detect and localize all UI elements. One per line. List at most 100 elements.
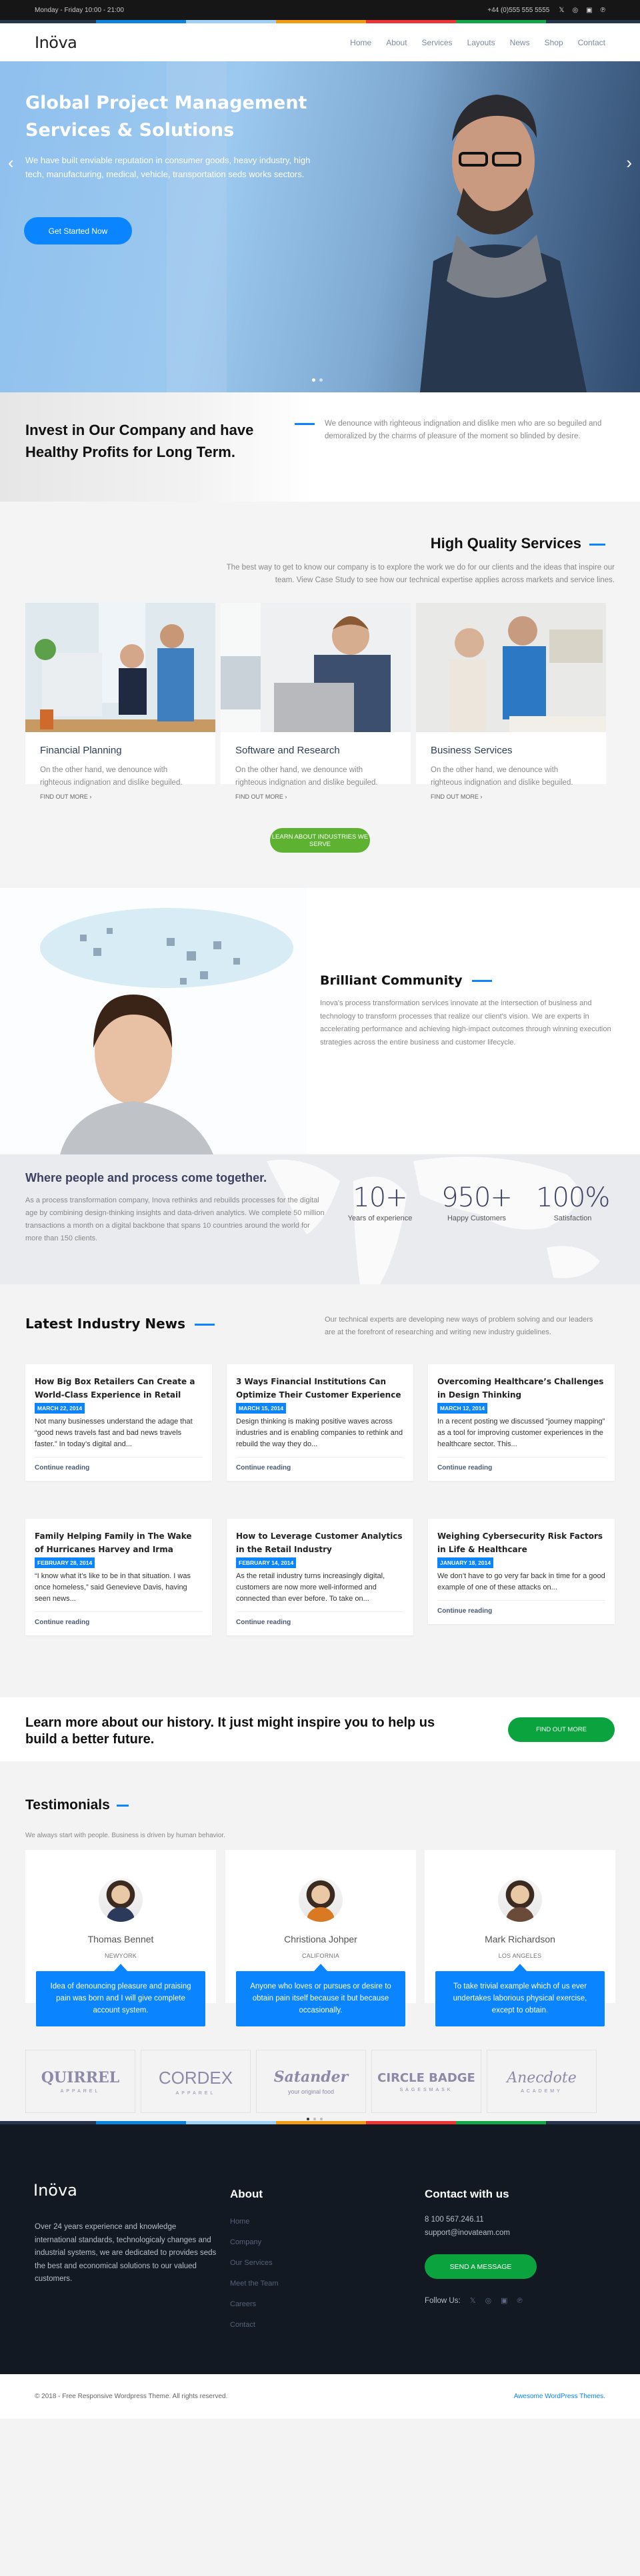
news-title: Latest Industry News (25, 1316, 215, 1332)
phone-number[interactable]: +44 (0)555 555 5555 (487, 7, 549, 14)
news-title-link[interactable]: Weighing Cybersecurity Risk Factors in L… (437, 1529, 605, 1556)
continue-reading-link[interactable]: Continue reading (35, 1619, 203, 1626)
partner-logo-cordex[interactable]: CORDEX APPAREL (141, 2050, 251, 2113)
testimonial-card: Mark Richardson LOS ANGELES To take triv… (425, 1850, 615, 2026)
pinterest-icon[interactable]: ℗ (517, 2297, 523, 2305)
service-title: Business Services (431, 745, 513, 756)
news-title-link[interactable]: 3 Ways Financial Institutions Can Optimi… (236, 1375, 404, 1402)
nav-layouts[interactable]: Layouts (467, 38, 495, 47)
footer-link-services[interactable]: Our Services (230, 2253, 279, 2274)
news-date: JANUARY 18, 2014 (437, 1557, 494, 1568)
testimonial-name: Mark Richardson (485, 1934, 555, 1944)
news-card: Overcoming Healthcare’s Challenges in De… (428, 1364, 615, 1481)
twitter-icon[interactable]: 𝕏 (470, 2296, 476, 2305)
news-excerpt: We don’t have to go very far back in tim… (437, 1571, 605, 1601)
learn-industries-button[interactable]: LEARN ABOUT INDUSTRIES WE SERVE (270, 828, 370, 853)
news-title-link[interactable]: How Big Box Retailers Can Create a World… (35, 1375, 203, 1402)
continue-reading-link[interactable]: Continue reading (35, 1464, 203, 1472)
testimonial-location: LOS ANGELES (498, 1952, 542, 1959)
send-message-button[interactable]: SEND A MESSAGE (425, 2254, 537, 2279)
community-section: Brilliant Community Inova's process tran… (0, 888, 640, 1154)
slider-dot[interactable] (312, 378, 315, 382)
continue-reading-link[interactable]: Continue reading (236, 1619, 404, 1626)
continue-reading-link[interactable]: Continue reading (437, 1607, 605, 1615)
community-woman-image (0, 888, 307, 1154)
services-intro: The best way to get to know our company … (226, 564, 615, 584)
slider-dot[interactable] (319, 378, 323, 382)
instagram-icon[interactable]: ◎ (485, 2296, 492, 2305)
slider-dots (312, 378, 323, 382)
find-out-more-link[interactable]: FIND OUT MORE › (40, 793, 91, 800)
continue-reading-link[interactable]: Continue reading (236, 1464, 404, 1472)
community-title: Brilliant Community (320, 973, 492, 988)
news-excerpt: As the retail industry turns increasingl… (236, 1571, 404, 1612)
news-excerpt: Not many businesses understand the adage… (35, 1416, 203, 1458)
nav-about[interactable]: About (386, 38, 407, 47)
pinterest-icon[interactable]: ℗ (601, 7, 605, 14)
carousel-dot[interactable] (320, 2118, 323, 2120)
continue-reading-link[interactable]: Continue reading (437, 1464, 605, 1472)
news-title-link[interactable]: Overcoming Healthcare’s Challenges in De… (437, 1375, 605, 1402)
footer-link-contact[interactable]: Contact (230, 2315, 279, 2336)
service-text: On the other hand, we denounce with righ… (235, 766, 378, 787)
service-image-software (221, 603, 411, 732)
nav-services[interactable]: Services (422, 38, 453, 47)
testimonials-section: Testimonials We always start with people… (0, 1761, 640, 2121)
footer-link-company[interactable]: Company (230, 2232, 279, 2253)
find-out-more-link[interactable]: FIND OUT MORE › (235, 793, 287, 800)
slider-next-icon[interactable]: › (626, 153, 632, 173)
service-card: Financial Planning On the other hand, we… (25, 603, 215, 800)
footer-link-team[interactable]: Meet the Team (230, 2274, 279, 2294)
partner-logo-circle-badge[interactable]: CIRCLE BADGE SAGESMASK (371, 2050, 481, 2113)
youtube-icon[interactable]: ▣ (586, 7, 592, 14)
cta-text: Learn more about our history. It just mi… (25, 1715, 435, 1747)
avatar (498, 1878, 542, 1922)
avatar (99, 1878, 143, 1922)
carousel-dot[interactable] (313, 2118, 316, 2120)
accent-dash (295, 423, 315, 425)
footer-link-careers[interactable]: Careers (230, 2294, 279, 2315)
find-out-more-button[interactable]: FIND OUT MORE (508, 1717, 615, 1742)
footer-phone[interactable]: 8 100 567.246.11 (425, 2216, 537, 2224)
stats-title: Where people and process come together. (25, 1171, 267, 1184)
partner-logo-anecdote[interactable]: Anecdote ACADEMY (487, 2050, 597, 2113)
site-footer: Inöva Over 24 years experience and knowl… (0, 2121, 640, 2374)
invest-section: Invest in Our Company and have Healthy P… (0, 392, 640, 502)
news-date: MARCH 15, 2014 (236, 1403, 287, 1414)
themes-link[interactable]: Awesome WordPress Themes. (514, 2393, 605, 2400)
instagram-icon[interactable]: ◎ (572, 7, 578, 14)
testimonial-quote: Anyone who loves or pursues or desire to… (236, 1964, 405, 2026)
news-title-link[interactable]: How to Leverage Customer Analytics in th… (236, 1529, 404, 1556)
find-out-more-link[interactable]: FIND OUT MORE › (431, 793, 482, 800)
footer-email[interactable]: support@inovateam.com (425, 2229, 537, 2237)
footer-contact-title: Contact with us (425, 2188, 509, 2200)
testimonials-intro: We always start with people. Business is… (25, 1832, 225, 1839)
nav-home[interactable]: Home (350, 38, 371, 47)
site-logo[interactable]: Inöva (35, 33, 77, 52)
follow-us: Follow Us: 𝕏 ◎ ▣ ℗ (425, 2296, 537, 2306)
carousel-dot[interactable] (307, 2118, 309, 2120)
testimonial-name: Thomas Bennet (87, 1934, 154, 1944)
get-started-button[interactable]: Get Started Now (24, 217, 132, 244)
business-hours: Monday - Friday 10:00 - 21:00 (35, 6, 124, 14)
testimonial-quote: To take trivial example which of us ever… (435, 1964, 605, 2026)
slider-prev-icon[interactable]: ‹ (8, 153, 14, 173)
hero-text: We have built enviable reputation in con… (25, 155, 311, 179)
stat-years: 10+ Years of experience (347, 1182, 413, 1222)
footer-link-home[interactable]: Home (230, 2212, 279, 2232)
nav-news[interactable]: News (510, 38, 530, 47)
news-date: MARCH 12, 2014 (437, 1403, 488, 1414)
news-date: MARCH 22, 2014 (35, 1403, 85, 1414)
youtube-icon[interactable]: ▣ (501, 2296, 507, 2305)
partner-logo-satander[interactable]: Satander your original food (256, 2050, 366, 2113)
nav-shop[interactable]: Shop (545, 38, 563, 47)
partner-logo-quirrel[interactable]: QUIRREL APPAREL (25, 2050, 135, 2113)
twitter-icon[interactable]: 𝕏 (559, 7, 564, 14)
news-excerpt: Design thinking is making positive waves… (236, 1416, 404, 1458)
news-intro: Our technical experts are developing new… (325, 1316, 593, 1336)
footer-logo[interactable]: Inöva (33, 2181, 77, 2200)
news-section: Latest Industry News Our technical exper… (0, 1284, 640, 1697)
nav-contact[interactable]: Contact (578, 38, 605, 47)
news-excerpt: “I know what it’s like to be in that sit… (35, 1571, 203, 1612)
news-title-link[interactable]: Family Helping Family in The Wake of Hur… (35, 1529, 203, 1556)
